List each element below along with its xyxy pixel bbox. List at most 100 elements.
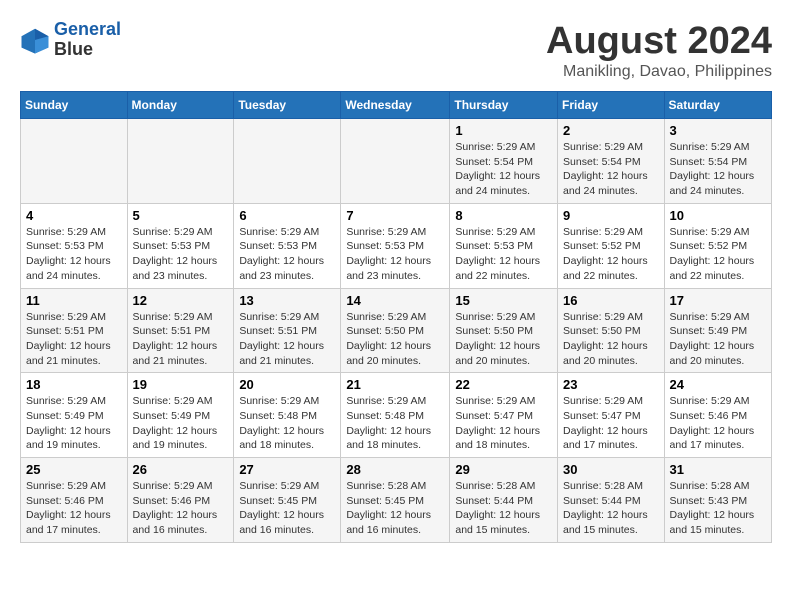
logo-icon — [20, 25, 50, 55]
calendar-table: SundayMondayTuesdayWednesdayThursdayFrid… — [20, 91, 772, 543]
day-number: 20 — [239, 377, 335, 392]
day-info: Sunrise: 5:29 AMSunset: 5:46 PMDaylight:… — [670, 394, 766, 453]
day-info: Sunrise: 5:29 AMSunset: 5:53 PMDaylight:… — [239, 225, 335, 284]
day-info: Sunrise: 5:29 AMSunset: 5:50 PMDaylight:… — [563, 310, 659, 369]
day-number: 29 — [455, 462, 552, 477]
day-info: Sunrise: 5:29 AMSunset: 5:48 PMDaylight:… — [239, 394, 335, 453]
calendar-cell — [127, 119, 234, 204]
day-info: Sunrise: 5:29 AMSunset: 5:50 PMDaylight:… — [346, 310, 444, 369]
day-info: Sunrise: 5:29 AMSunset: 5:51 PMDaylight:… — [239, 310, 335, 369]
weekday-header-row: SundayMondayTuesdayWednesdayThursdayFrid… — [21, 92, 772, 119]
day-number: 19 — [133, 377, 229, 392]
calendar-body: 1 Sunrise: 5:29 AMSunset: 5:54 PMDaylight… — [21, 119, 772, 543]
day-info: Sunrise: 5:29 AMSunset: 5:54 PMDaylight:… — [670, 140, 766, 199]
calendar-cell: 7Sunrise: 5:29 AMSunset: 5:53 PMDaylight… — [341, 203, 450, 288]
day-info: Sunrise: 5:29 AMSunset: 5:46 PMDaylight:… — [26, 479, 122, 538]
day-info: Sunrise: 5:28 AMSunset: 5:44 PMDaylight:… — [563, 479, 659, 538]
calendar-cell: 4Sunrise: 5:29 AMSunset: 5:53 PMDaylight… — [21, 203, 128, 288]
day-info: Sunrise: 5:29 AMSunset: 5:54 PMDaylight:… — [563, 140, 659, 199]
calendar-cell: 11 Sunrise: 5:29 AMSunset: 5:51 PMDayligh… — [21, 288, 128, 373]
day-info: Sunrise: 5:29 AMSunset: 5:50 PMDaylight:… — [455, 310, 552, 369]
logo: General Blue — [20, 20, 121, 60]
day-number: 28 — [346, 462, 444, 477]
day-info: Sunrise: 5:29 AMSunset: 5:45 PMDaylight:… — [239, 479, 335, 538]
calendar-cell: 14 Sunrise: 5:29 AMSunset: 5:50 PMDayligh… — [341, 288, 450, 373]
day-info: Sunrise: 5:29 AMSunset: 5:53 PMDaylight:… — [455, 225, 552, 284]
day-number: 14 — [346, 293, 444, 308]
calendar-cell: 17Sunrise: 5:29 AMSunset: 5:49 PMDayligh… — [664, 288, 771, 373]
day-number: 21 — [346, 377, 444, 392]
day-number: 6 — [239, 208, 335, 223]
day-info: Sunrise: 5:28 AMSunset: 5:44 PMDaylight:… — [455, 479, 552, 538]
calendar-cell: 16 Sunrise: 5:29 AMSunset: 5:50 PMDayligh… — [558, 288, 665, 373]
calendar-cell: 31 Sunrise: 5:28 AMSunset: 5:43 PMDayligh… — [664, 458, 771, 543]
day-info: Sunrise: 5:29 AMSunset: 5:46 PMDaylight:… — [133, 479, 229, 538]
day-number: 24 — [670, 377, 766, 392]
logo-text: General Blue — [54, 20, 121, 60]
day-number: 3 — [670, 123, 766, 138]
calendar-header: SundayMondayTuesdayWednesdayThursdayFrid… — [21, 92, 772, 119]
day-number: 12 — [133, 293, 229, 308]
calendar-week-row: 18 Sunrise: 5:29 AMSunset: 5:49 PMDayligh… — [21, 373, 772, 458]
day-number: 11 — [26, 293, 122, 308]
calendar-cell: 29 Sunrise: 5:28 AMSunset: 5:44 PMDayligh… — [450, 458, 558, 543]
day-info: Sunrise: 5:29 AMSunset: 5:52 PMDaylight:… — [670, 225, 766, 284]
day-number: 7 — [346, 208, 444, 223]
main-title: August 2024 — [546, 20, 772, 63]
day-number: 15 — [455, 293, 552, 308]
calendar-cell: 20 Sunrise: 5:29 AMSunset: 5:48 PMDayligh… — [234, 373, 341, 458]
day-number: 31 — [670, 462, 766, 477]
calendar-cell: 25 Sunrise: 5:29 AMSunset: 5:46 PMDayligh… — [21, 458, 128, 543]
day-number: 26 — [133, 462, 229, 477]
weekday-header-saturday: Saturday — [664, 92, 771, 119]
calendar-cell — [234, 119, 341, 204]
weekday-header-tuesday: Tuesday — [234, 92, 341, 119]
weekday-header-sunday: Sunday — [21, 92, 128, 119]
day-number: 23 — [563, 377, 659, 392]
subtitle: Manikling, Davao, Philippines — [546, 63, 772, 81]
day-number: 1 — [455, 123, 552, 138]
day-info: Sunrise: 5:29 AMSunset: 5:51 PMDaylight:… — [133, 310, 229, 369]
calendar-cell: 27 Sunrise: 5:29 AMSunset: 5:45 PMDayligh… — [234, 458, 341, 543]
day-number: 16 — [563, 293, 659, 308]
day-info: Sunrise: 5:28 AMSunset: 5:43 PMDaylight:… — [670, 479, 766, 538]
day-info: Sunrise: 5:29 AMSunset: 5:47 PMDaylight:… — [455, 394, 552, 453]
day-info: Sunrise: 5:29 AMSunset: 5:54 PMDaylight:… — [455, 140, 552, 199]
calendar-cell — [341, 119, 450, 204]
day-info: Sunrise: 5:29 AMSunset: 5:53 PMDaylight:… — [26, 225, 122, 284]
calendar-cell: 30 Sunrise: 5:28 AMSunset: 5:44 PMDayligh… — [558, 458, 665, 543]
calendar-cell: 1 Sunrise: 5:29 AMSunset: 5:54 PMDaylight… — [450, 119, 558, 204]
calendar-cell: 18 Sunrise: 5:29 AMSunset: 5:49 PMDayligh… — [21, 373, 128, 458]
day-number: 30 — [563, 462, 659, 477]
calendar-cell: 6 Sunrise: 5:29 AMSunset: 5:53 PMDaylight… — [234, 203, 341, 288]
day-number: 18 — [26, 377, 122, 392]
calendar-cell: 9 Sunrise: 5:29 AMSunset: 5:52 PMDaylight… — [558, 203, 665, 288]
day-info: Sunrise: 5:29 AMSunset: 5:52 PMDaylight:… — [563, 225, 659, 284]
calendar-cell — [21, 119, 128, 204]
day-info: Sunrise: 5:29 AMSunset: 5:51 PMDaylight:… — [26, 310, 122, 369]
day-number: 22 — [455, 377, 552, 392]
day-number: 8 — [455, 208, 552, 223]
day-number: 25 — [26, 462, 122, 477]
calendar-cell: 15 Sunrise: 5:29 AMSunset: 5:50 PMDayligh… — [450, 288, 558, 373]
calendar-cell: 10 Sunrise: 5:29 AMSunset: 5:52 PMDayligh… — [664, 203, 771, 288]
calendar-week-row: 11 Sunrise: 5:29 AMSunset: 5:51 PMDayligh… — [21, 288, 772, 373]
calendar-cell: 2Sunrise: 5:29 AMSunset: 5:54 PMDaylight… — [558, 119, 665, 204]
day-number: 10 — [670, 208, 766, 223]
weekday-header-thursday: Thursday — [450, 92, 558, 119]
calendar-week-row: 1 Sunrise: 5:29 AMSunset: 5:54 PMDaylight… — [21, 119, 772, 204]
calendar-cell: 5Sunrise: 5:29 AMSunset: 5:53 PMDaylight… — [127, 203, 234, 288]
calendar-cell: 23 Sunrise: 5:29 AMSunset: 5:47 PMDayligh… — [558, 373, 665, 458]
calendar-cell: 22 Sunrise: 5:29 AMSunset: 5:47 PMDayligh… — [450, 373, 558, 458]
day-info: Sunrise: 5:29 AMSunset: 5:49 PMDaylight:… — [26, 394, 122, 453]
day-number: 5 — [133, 208, 229, 223]
day-number: 27 — [239, 462, 335, 477]
day-number: 9 — [563, 208, 659, 223]
calendar-cell: 21 Sunrise: 5:29 AMSunset: 5:48 PMDayligh… — [341, 373, 450, 458]
day-info: Sunrise: 5:29 AMSunset: 5:48 PMDaylight:… — [346, 394, 444, 453]
calendar-cell: 24 Sunrise: 5:29 AMSunset: 5:46 PMDayligh… — [664, 373, 771, 458]
day-info: Sunrise: 5:29 AMSunset: 5:49 PMDaylight:… — [133, 394, 229, 453]
day-info: Sunrise: 5:29 AMSunset: 5:47 PMDaylight:… — [563, 394, 659, 453]
page-header: General Blue August 2024 Manikling, Dava… — [20, 20, 772, 81]
calendar-week-row: 25 Sunrise: 5:29 AMSunset: 5:46 PMDayligh… — [21, 458, 772, 543]
